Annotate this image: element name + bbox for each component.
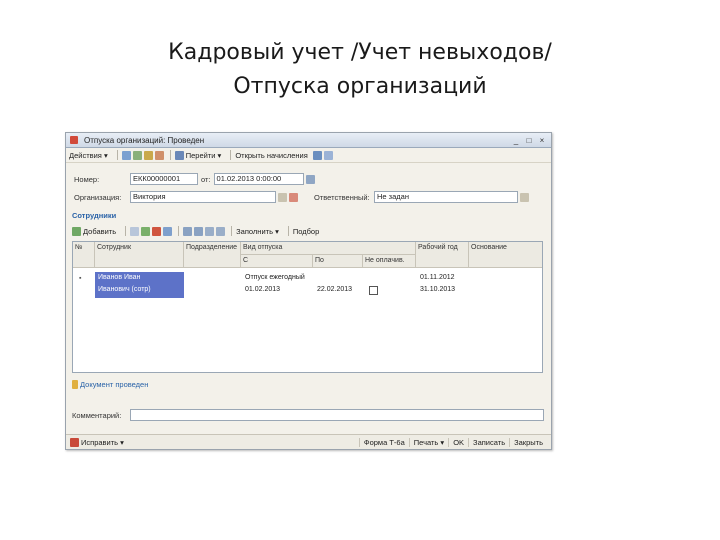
copy-icon[interactable]	[143, 150, 153, 160]
actions-menu-label: Действия	[69, 150, 102, 160]
form-t6a-button[interactable]: Форма Т-6а	[358, 437, 409, 447]
vacation-type-cell: Отпуск ежегодный	[245, 274, 305, 281]
window-title: Отпуска организаций: Проведен	[84, 135, 205, 145]
document-window: Отпуска организаций: Проведен _ □ × Дейс…	[65, 132, 552, 450]
employee-name-line2: Иванович (сотр)	[98, 286, 151, 293]
new-doc-icon[interactable]	[121, 150, 131, 160]
employees-toolbar: Добавить Заполнить ▾ Подбор	[72, 225, 324, 237]
copy-row-icon[interactable]	[130, 226, 140, 236]
column-header-to[interactable]: По	[313, 255, 363, 268]
row-marker: ▪	[79, 275, 82, 282]
employees-table[interactable]: № Сотрудник Подразделение Вид отпуска С …	[72, 241, 543, 373]
window-titlebar: Отпуска организаций: Проведен _ □ ×	[66, 133, 551, 148]
select-responsible-icon[interactable]	[520, 192, 529, 202]
edit-row-icon[interactable]	[141, 226, 151, 236]
column-header-reason[interactable]: Основание	[469, 242, 542, 268]
document-status: Документ проведен	[72, 380, 148, 389]
select-button[interactable]: Подбор	[293, 227, 319, 236]
employees-section-title: Сотрудники	[72, 211, 117, 220]
org-row: Организация: Виктория Ответственный: Не …	[74, 191, 531, 203]
maximize-button[interactable]: □	[524, 136, 534, 145]
sort-asc-icon[interactable]	[205, 226, 215, 236]
fill-menu-label: Заполнить	[236, 226, 273, 236]
print-menu-label: Печать	[413, 437, 439, 447]
number-label: Номер:	[74, 174, 100, 184]
slide-title-line1: Кадровый учет /Учет невыходов/	[168, 40, 552, 65]
actions-menu[interactable]: Действия ▾	[69, 151, 108, 160]
goto-menu-label: Перейти	[185, 150, 216, 160]
column-header-employee[interactable]: Сотрудник	[95, 242, 184, 268]
column-header-from[interactable]: С	[241, 255, 313, 268]
toolbar-separator	[287, 226, 289, 236]
slide-title: Кадровый учет /Учет невыходов/ Отпуска о…	[0, 36, 720, 104]
bottom-bar: Исправить ▾ Форма Т-6а Печать ▾ OK Запис…	[66, 434, 551, 449]
column-header-num[interactable]: №	[73, 242, 95, 268]
goto-menu[interactable]: Перейти ▾	[186, 151, 222, 160]
main-toolbar: Действия ▾ Перейти ▾ Открыть начисления	[66, 148, 551, 163]
number-row: Номер: ЕКК00000001 от: 01.02.2013 0:00:0…	[74, 173, 317, 185]
toolbar-separator	[125, 226, 127, 236]
write-button[interactable]: Записать	[468, 437, 509, 447]
comment-field[interactable]	[130, 409, 544, 421]
number-field[interactable]: ЕКК00000001	[130, 173, 198, 185]
toolbar-separator	[116, 150, 118, 160]
comment-label: Комментарий:	[72, 410, 122, 420]
vacation-from-cell: 01.02.2013	[245, 286, 281, 293]
select-org-icon[interactable]	[278, 192, 287, 202]
column-header-noncontinuous[interactable]: Не оплачив.	[363, 255, 416, 268]
open-accruals-label: Открыть начисления	[235, 150, 308, 160]
add-icon[interactable]	[72, 226, 81, 236]
open-accruals-button[interactable]: Открыть начисления	[235, 151, 307, 160]
clear-org-icon[interactable]	[289, 192, 298, 202]
structure-icon[interactable]	[174, 150, 184, 160]
close-window-button[interactable]: ×	[537, 136, 547, 145]
select-button-label: Подбор	[292, 226, 320, 236]
date-label: от:	[201, 174, 211, 184]
column-header-type[interactable]: Вид отпуска	[241, 242, 416, 255]
add-button[interactable]: Добавить	[83, 227, 116, 236]
ok-button[interactable]: OK	[448, 437, 468, 447]
toolbar-separator	[231, 226, 233, 236]
toolbar-separator	[169, 150, 171, 160]
column-header-work-year[interactable]: Рабочий год	[416, 242, 469, 268]
sort-desc-icon[interactable]	[216, 226, 226, 236]
responsible-label: Ответственный:	[314, 192, 370, 202]
app-icon	[70, 136, 78, 144]
add-button-label: Добавить	[83, 226, 117, 236]
document-status-text: Документ проведен	[80, 380, 149, 389]
column-header-dept[interactable]: Подразделение	[184, 242, 241, 268]
work-year-to-cell: 31.10.2013	[420, 286, 456, 293]
table-icon[interactable]	[323, 150, 333, 160]
report-icon[interactable]	[312, 150, 322, 160]
date-field[interactable]: 01.02.2013 0:00:00	[213, 173, 304, 185]
slide-title-line2: Отпуска организаций	[233, 74, 487, 99]
delete-row-icon[interactable]	[152, 226, 162, 236]
fill-menu[interactable]: Заполнить ▾	[236, 227, 279, 236]
vacation-to-cell: 22.02.2013	[317, 286, 353, 293]
responsible-field[interactable]: Не задан	[374, 191, 518, 203]
org-field[interactable]: Виктория	[130, 191, 276, 203]
correct-menu-label: Исправить	[81, 437, 119, 447]
toolbar-separator	[230, 150, 232, 160]
close-button[interactable]: Закрыть	[509, 437, 547, 447]
info-icon	[72, 380, 78, 389]
move-up-icon[interactable]	[183, 226, 193, 236]
org-label: Организация:	[74, 192, 122, 202]
noncontinuous-checkbox[interactable]	[369, 286, 378, 297]
minimize-button[interactable]: _	[511, 136, 521, 145]
move-down-icon[interactable]	[194, 226, 204, 236]
toolbar-separator	[178, 226, 180, 236]
calendar-icon[interactable]	[305, 174, 315, 184]
end-edit-icon[interactable]	[163, 226, 173, 236]
correct-icon[interactable]	[70, 437, 79, 447]
work-year-from-cell: 01.11.2012	[420, 274, 455, 281]
edit-icon[interactable]	[154, 150, 164, 160]
save-icon[interactable]	[132, 150, 142, 160]
employee-name-line1: Иванов Иван	[98, 274, 141, 281]
print-menu[interactable]: Печать ▾	[408, 437, 448, 447]
comment-row: Комментарий:	[72, 409, 544, 421]
correct-menu[interactable]: Исправить ▾	[81, 438, 354, 447]
